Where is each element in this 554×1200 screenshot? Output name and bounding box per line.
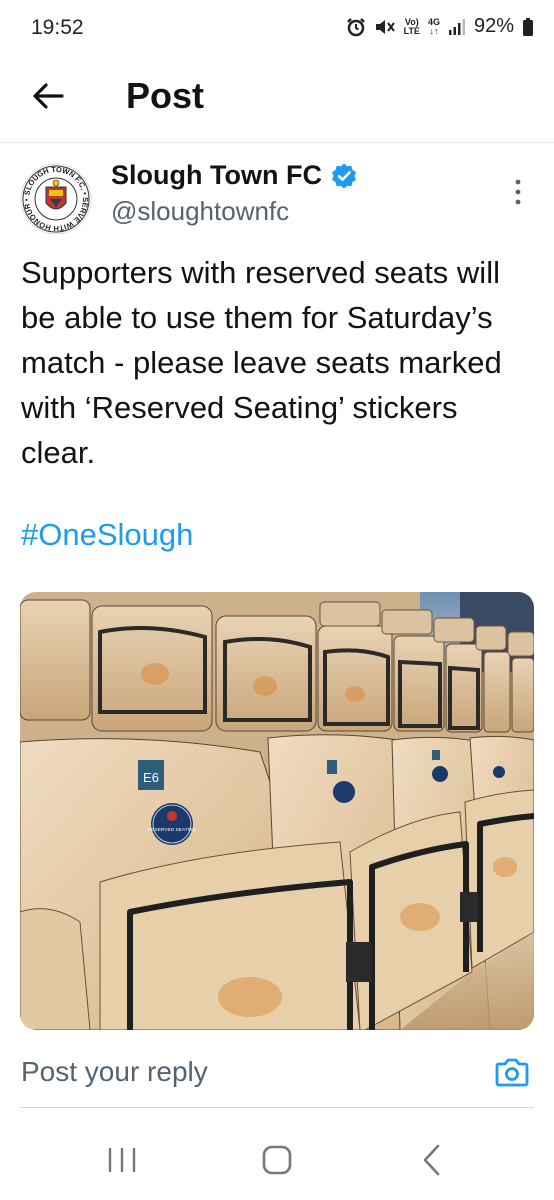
post-text: Supporters with reserved seats will be a… xyxy=(21,255,502,470)
signal-icon xyxy=(448,18,465,35)
status-icons: Vo) LTE 4G ↓↑ 92% xyxy=(346,15,534,38)
home-button[interactable] xyxy=(257,1140,297,1180)
seat-tag: E6 xyxy=(143,770,159,785)
chevron-left-icon xyxy=(423,1144,440,1176)
author-handle[interactable]: @sloughtownfc xyxy=(111,196,289,227)
alarm-icon xyxy=(346,17,365,36)
reply-divider xyxy=(21,1107,534,1108)
verified-badge-icon xyxy=(331,163,356,188)
stadium-seats-photo: E6 RESERVED SEATING xyxy=(20,592,534,1030)
club-crest-logo: SLOUGH TOWN F.C. • SERVE WITH HONOUR • xyxy=(20,163,92,235)
arrow-left-icon xyxy=(33,83,64,109)
author-display-name: Slough Town FC xyxy=(111,160,322,190)
hashtag-link[interactable]: #OneSlough xyxy=(21,517,193,553)
more-options-button[interactable] xyxy=(506,176,530,210)
home-icon xyxy=(262,1145,292,1175)
more-vertical-icon xyxy=(515,179,521,205)
status-bar: 19:52 Vo) LTE 4G ↓↑ 92% xyxy=(0,0,554,58)
camera-icon xyxy=(495,1058,529,1087)
system-back-button[interactable] xyxy=(412,1140,452,1180)
network-indicator: 4G ↓↑ xyxy=(428,17,440,36)
post-image[interactable]: E6 RESERVED SEATING xyxy=(20,592,534,1030)
reply-bar: Post your reply xyxy=(0,1032,554,1112)
recents-button[interactable] xyxy=(102,1140,142,1180)
battery-percent: 92% xyxy=(473,15,514,37)
recents-icon xyxy=(108,1148,136,1172)
status-time: 19:52 xyxy=(31,16,84,39)
camera-button[interactable] xyxy=(494,1054,530,1090)
volte-bottom: LTE xyxy=(403,25,420,36)
sticker-text: RESERVED SEATING xyxy=(148,827,197,833)
back-button[interactable] xyxy=(28,76,72,116)
page-title: Post xyxy=(126,75,205,116)
top-app-bar: Post xyxy=(0,58,554,143)
reply-input[interactable]: Post your reply xyxy=(21,1056,208,1088)
battery-icon xyxy=(523,17,533,36)
volte-indicator: Vo) LTE xyxy=(403,17,420,36)
mute-icon xyxy=(375,19,395,34)
author-name[interactable]: Slough Town FC xyxy=(111,160,358,191)
network-arrows: ↓↑ xyxy=(429,25,439,36)
system-nav-bar xyxy=(0,1112,554,1200)
avatar[interactable]: SLOUGH TOWN F.C. • SERVE WITH HONOUR • xyxy=(20,163,92,235)
